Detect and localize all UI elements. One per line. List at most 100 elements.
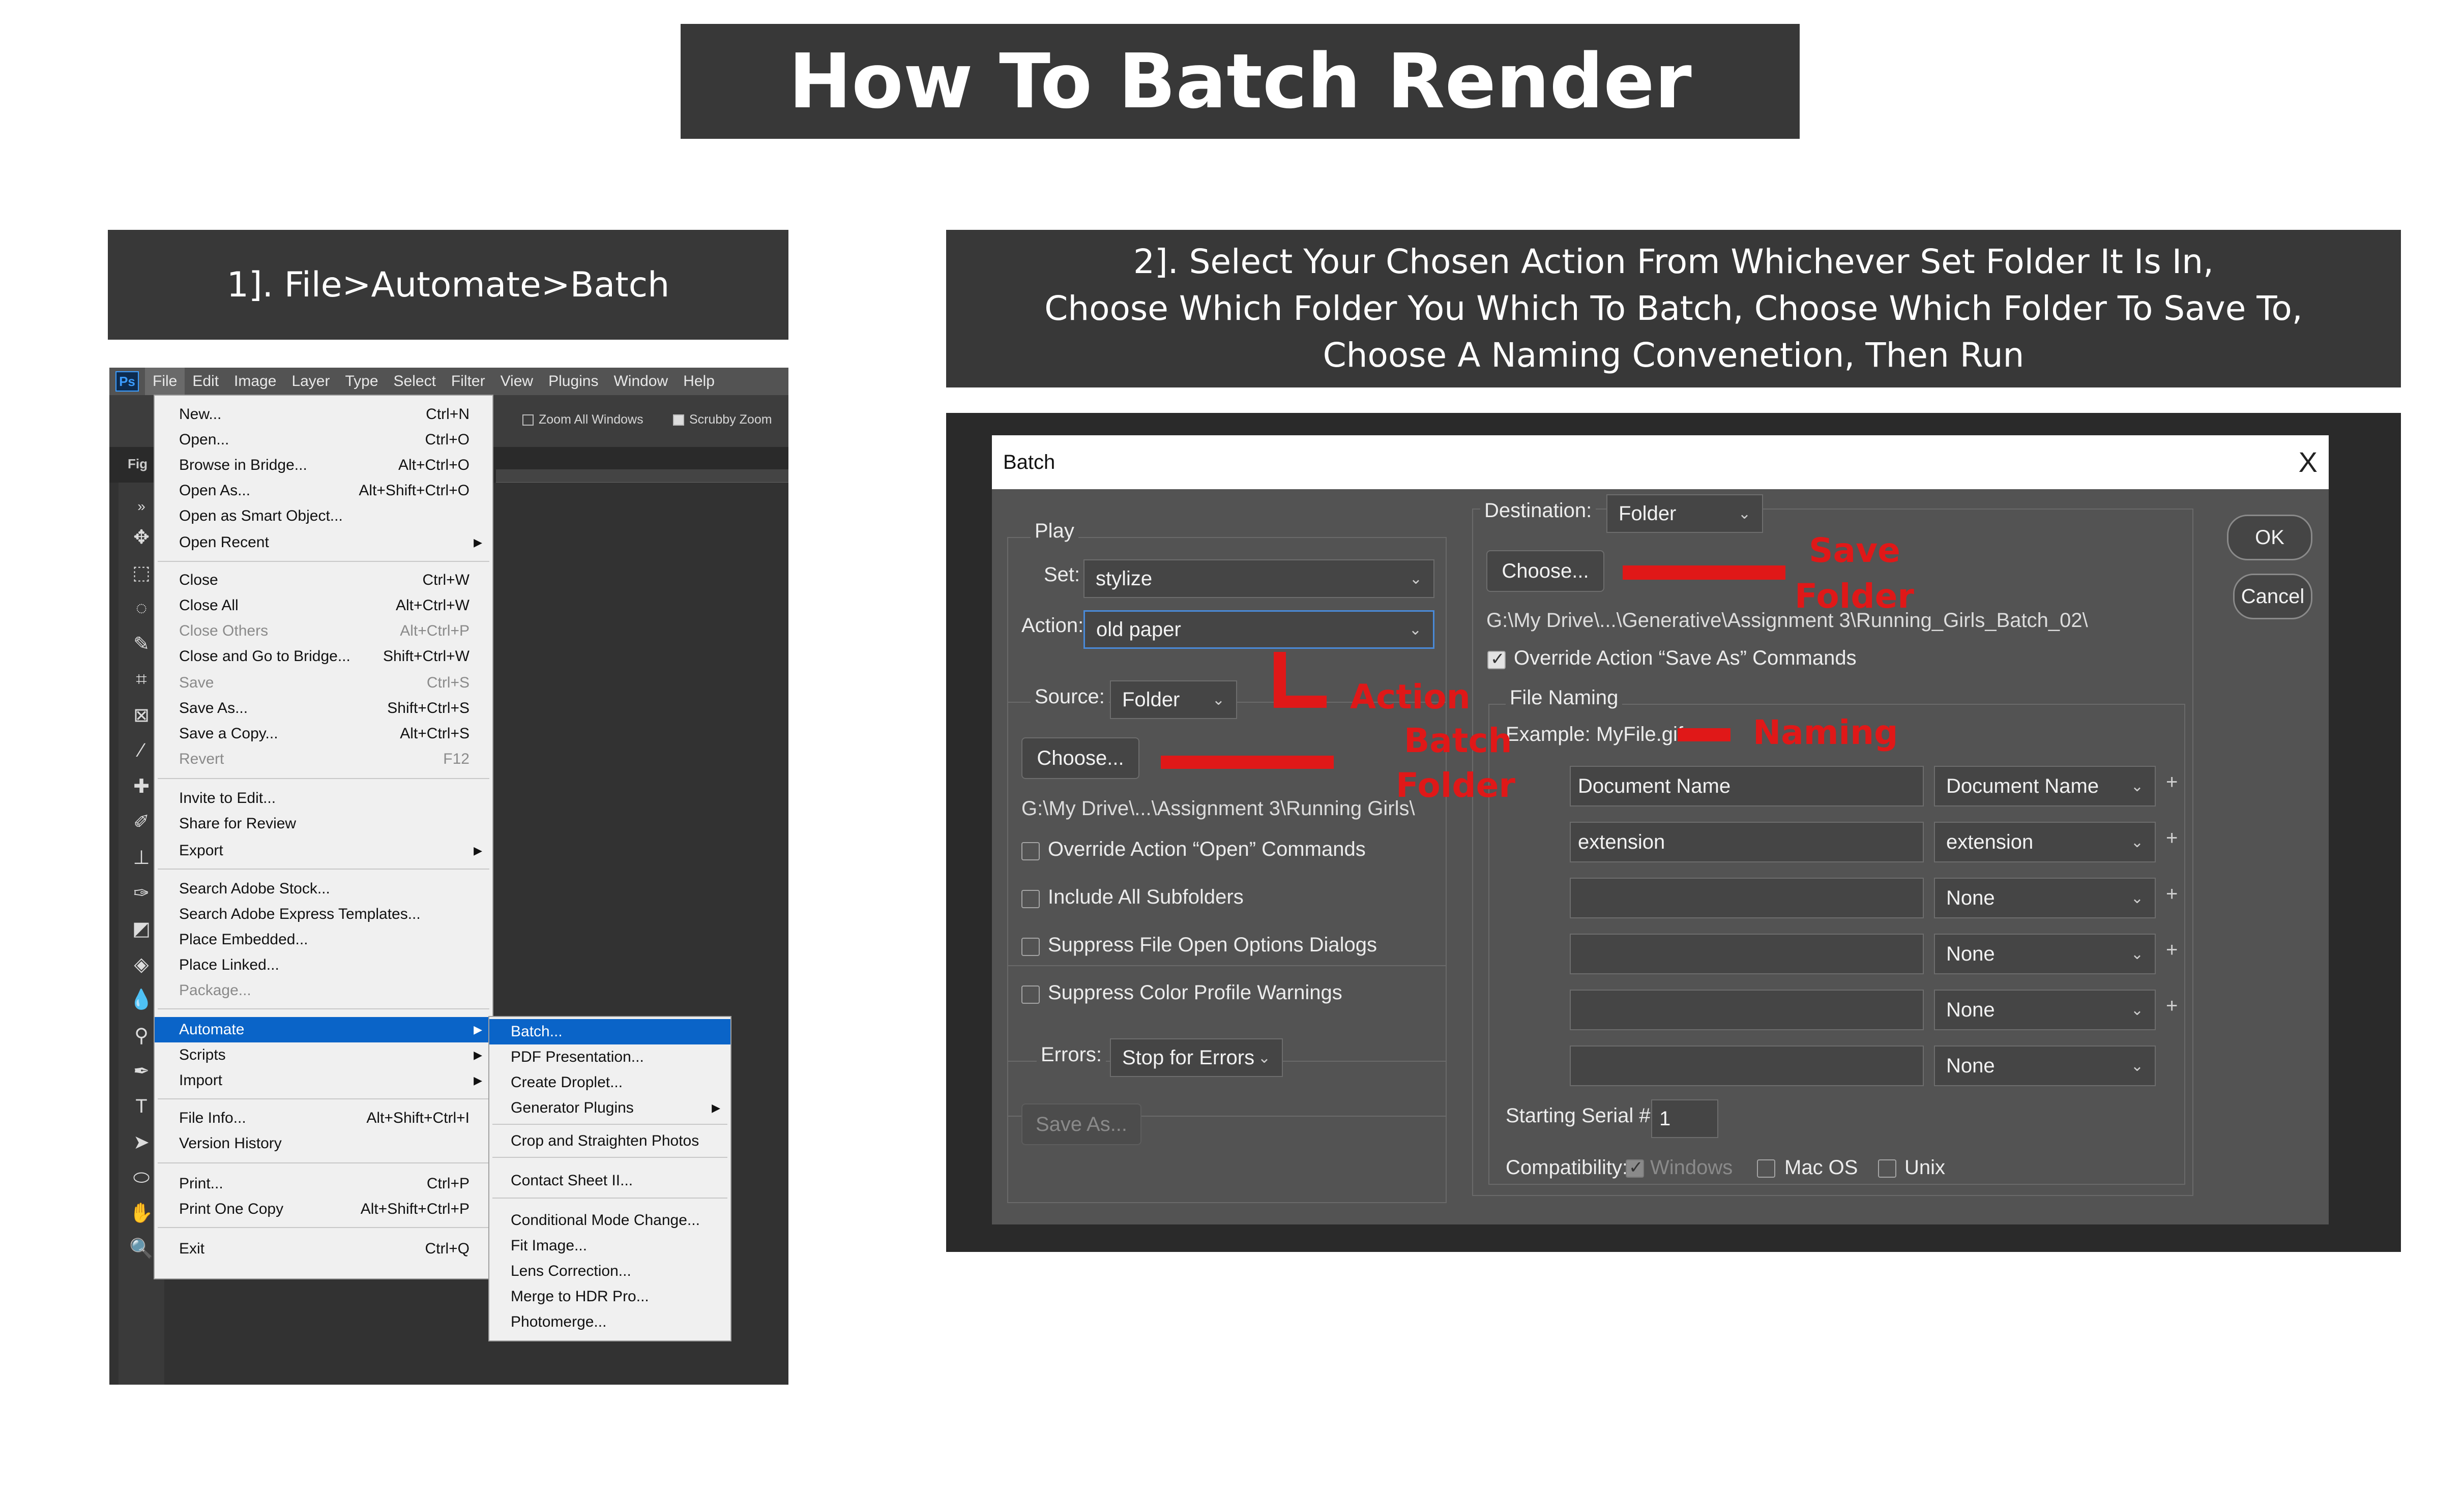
windows-checkbox[interactable] [1626,1157,1644,1178]
menu-item-merge-hdr[interactable]: Merge to HDR Pro... [489,1284,730,1309]
menu-edit[interactable]: Edit [185,368,226,395]
menu-item-version-history[interactable]: Version History [155,1131,492,1156]
scrubby-zoom-checkbox[interactable]: Scrubby Zoom [673,412,772,427]
include-subfolders-checkbox[interactable] [1021,890,1040,908]
menu-item-export[interactable]: Export ▶ [155,838,492,863]
add-field-icon[interactable]: + [2166,771,2178,794]
menu-item-pdf-presentation[interactable]: PDF Presentation... [489,1044,730,1070]
naming-select[interactable]: extension ⌄ [1934,822,2156,862]
menu-item-batch[interactable]: Batch... [489,1019,730,1044]
menu-item-fit-image[interactable]: Fit Image... [489,1233,730,1259]
naming-text-field[interactable] [1570,990,1924,1030]
frame-tool-icon[interactable]: ⊠ [128,701,155,729]
naming-select[interactable]: None ⌄ [1934,1045,2156,1086]
naming-select[interactable]: None ⌄ [1934,990,2156,1030]
pen-tool-icon[interactable]: ✒ [128,1057,155,1085]
menu-item-save[interactable]: Save Ctrl+S [155,670,492,696]
menu-filter[interactable]: Filter [444,368,493,395]
zoom-all-windows-checkbox[interactable]: Zoom All Windows [522,412,643,427]
brush-tool-icon[interactable]: ✐ [128,808,155,835]
naming-text-field[interactable] [1570,878,1924,918]
menu-item-save-copy[interactable]: Save a Copy... Alt+Ctrl+S [155,721,492,746]
menu-window[interactable]: Window [606,368,676,395]
move-tool-icon[interactable]: ✥ [128,523,155,551]
menu-item-close[interactable]: Close Ctrl+W [155,567,492,593]
naming-select[interactable]: None ⌄ [1934,878,2156,918]
source-select[interactable]: Folder ⌄ [1110,680,1237,719]
menu-item-create-droplet[interactable]: Create Droplet... [489,1070,730,1095]
destination-select[interactable]: Folder ⌄ [1606,494,1763,533]
document-tab[interactable]: Fig [109,449,160,480]
action-select[interactable]: old paper ⌄ [1083,610,1434,649]
naming-select[interactable]: None ⌄ [1934,934,2156,974]
marquee-tool-icon[interactable]: ⬚ [128,559,155,586]
menu-item-place-embedded[interactable]: Place Embedded... [155,927,492,952]
dodge-tool-icon[interactable]: ⚲ [128,1022,155,1049]
naming-text-field[interactable]: extension [1570,822,1924,862]
add-field-icon[interactable]: + [2166,995,2178,1018]
add-field-icon[interactable]: + [2166,883,2178,906]
menu-item-invite-edit[interactable]: Invite to Edit... [155,786,492,811]
suppress-color-checkbox[interactable] [1021,985,1040,1004]
menu-item-crop-straighten[interactable]: Crop and Straighten Photos [489,1128,730,1154]
stamp-tool-icon[interactable]: ⊥ [128,844,155,871]
crop-tool-icon[interactable]: ⌗ [128,666,155,693]
menu-image[interactable]: Image [226,368,284,395]
menu-item-new[interactable]: New... Ctrl+N [155,402,492,427]
path-select-icon[interactable]: ➤ [128,1128,155,1156]
lasso-tool-icon[interactable]: ◌ [128,594,155,622]
menu-item-close-others[interactable]: Close Others Alt+Ctrl+P [155,618,492,644]
menu-help[interactable]: Help [676,368,722,395]
errors-save-as-button[interactable]: Save As... [1021,1103,1141,1145]
ok-button[interactable]: OK [2227,515,2312,560]
override-save-as-checkbox[interactable] [1487,649,1506,669]
menu-item-search-stock[interactable]: Search Adobe Stock... [155,876,492,902]
naming-select[interactable]: Document Name ⌄ [1934,766,2156,806]
menu-item-open-as[interactable]: Open As... Alt+Shift+Ctrl+O [155,478,492,503]
menu-item-print-one-copy[interactable]: Print One Copy Alt+Shift+Ctrl+P [155,1197,492,1222]
menu-item-file-info[interactable]: File Info... Alt+Shift+Ctrl+I [155,1105,492,1131]
menu-item-save-as[interactable]: Save As... Shift+Ctrl+S [155,696,492,721]
menu-view[interactable]: View [493,368,541,395]
menu-item-lens-correction[interactable]: Lens Correction... [489,1259,730,1284]
menu-file[interactable]: File [145,368,185,395]
paint-bucket-icon[interactable]: ◈ [128,950,155,978]
menu-item-conditional-mode[interactable]: Conditional Mode Change... [489,1208,730,1233]
menu-plugins[interactable]: Plugins [541,368,606,395]
menu-item-close-all[interactable]: Close All Alt+Ctrl+W [155,593,492,618]
shape-tool-icon[interactable]: ⬭ [128,1164,155,1191]
history-brush-icon[interactable]: ✑ [128,879,155,907]
menu-item-print[interactable]: Print... Ctrl+P [155,1171,492,1197]
menu-item-search-express[interactable]: Search Adobe Express Templates... [155,902,492,927]
eraser-tool-icon[interactable]: ◩ [128,915,155,942]
menu-item-open-recent[interactable]: Open Recent ▶ [155,530,492,555]
menu-item-close-go-bridge[interactable]: Close and Go to Bridge... Shift+Ctrl+W [155,644,492,669]
serial-input[interactable]: 1 [1651,1099,1718,1138]
menu-item-browse-bridge[interactable]: Browse in Bridge... Alt+Ctrl+O [155,453,492,478]
menu-item-import[interactable]: Import ▶ [155,1068,492,1093]
naming-text-field[interactable]: Document Name [1570,766,1924,806]
menu-item-contact-sheet[interactable]: Contact Sheet II... [489,1168,730,1193]
unix-checkbox[interactable] [1878,1159,1896,1178]
blur-tool-icon[interactable]: 💧 [128,986,155,1013]
menu-item-photomerge[interactable]: Photomerge... [489,1309,730,1335]
cancel-button[interactable]: Cancel [2233,574,2312,619]
naming-text-field[interactable] [1570,1045,1924,1086]
eyedropper-icon[interactable]: ⁄ [128,737,155,764]
close-icon[interactable]: X [2299,445,2318,479]
suppress-open-checkbox[interactable] [1021,938,1040,956]
errors-select[interactable]: Stop for Errors ⌄ [1110,1038,1283,1077]
add-field-icon[interactable]: + [2166,939,2178,962]
destination-choose-button[interactable]: Choose... [1486,550,1604,592]
hand-tool-icon[interactable]: ✋ [128,1200,155,1227]
source-choose-button[interactable]: Choose... [1021,737,1139,779]
menu-item-revert[interactable]: Revert F12 [155,746,492,772]
menu-select[interactable]: Select [386,368,444,395]
menu-item-automate[interactable]: Automate ▶ [155,1017,492,1042]
menu-item-generator-plugins[interactable]: Generator Plugins ▶ [489,1095,730,1121]
menu-layer[interactable]: Layer [284,368,337,395]
menu-item-exit[interactable]: Exit Ctrl+Q [155,1236,492,1262]
override-open-checkbox[interactable] [1021,842,1040,860]
type-tool-icon[interactable]: T [128,1093,155,1120]
add-field-icon[interactable]: + [2166,827,2178,850]
